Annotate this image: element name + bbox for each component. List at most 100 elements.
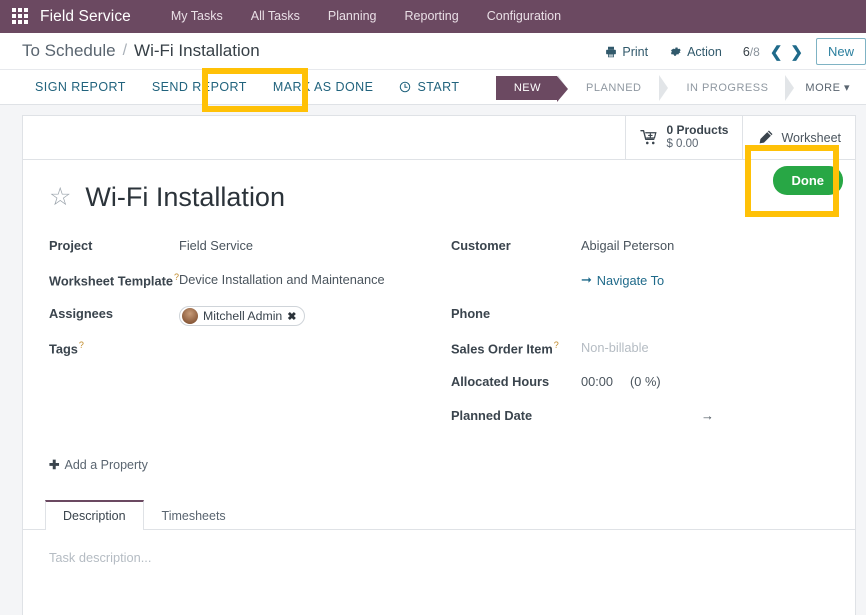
notebook-page-description: Task description...: [23, 530, 855, 585]
right-gutter: [856, 105, 866, 615]
smart-button-worksheet[interactable]: Worksheet: [742, 116, 855, 159]
control-panel-right: Print Action 6/8 ❮ ❯ New: [594, 33, 866, 70]
printer-icon: [606, 46, 617, 57]
print-label: Print: [622, 44, 649, 59]
field-customer-value[interactable]: Abigail Peterson: [581, 235, 674, 253]
tab-timesheets[interactable]: Timesheets: [144, 500, 244, 530]
field-assignees-label: Assignees: [49, 306, 114, 321]
pager-total: 8: [753, 44, 760, 59]
print-button[interactable]: Print: [594, 45, 659, 59]
action-label: Action: [687, 44, 722, 59]
products-count: 0 Products: [666, 123, 729, 138]
field-project: Project Field Service: [49, 235, 439, 263]
mark-as-done-button[interactable]: MARK AS DONE: [260, 70, 387, 104]
left-gutter: [10, 115, 22, 615]
nav-configuration[interactable]: Configuration: [473, 0, 575, 33]
tab-description[interactable]: Description: [45, 500, 144, 530]
field-phone: Phone: [451, 303, 829, 331]
apps-grid-icon[interactable]: [12, 7, 30, 26]
new-button[interactable]: New: [815, 38, 866, 65]
breadcrumb-parent[interactable]: To Schedule: [22, 41, 116, 61]
nav-reporting[interactable]: Reporting: [391, 0, 473, 33]
field-assignees: Assignees Mitchell Admin ✖: [49, 303, 439, 331]
field-tags-label: Tags?: [49, 337, 179, 356]
worksheet-label: Worksheet: [781, 130, 841, 145]
done-button[interactable]: Done: [772, 166, 843, 195]
add-property-button[interactable]: ✚ Add a Property: [49, 457, 148, 473]
allocated-hours-percent: (0 %): [630, 374, 661, 389]
planned-date-range-arrow-icon[interactable]: →: [701, 408, 714, 423]
start-label: START: [417, 80, 460, 94]
status-stage-in-progress[interactable]: IN PROGRESS: [669, 76, 785, 100]
field-phone-label: Phone: [451, 306, 491, 321]
field-project-label: Project: [49, 238, 93, 253]
close-icon[interactable]: ✖: [287, 310, 296, 323]
nav-planning[interactable]: Planning: [314, 0, 391, 33]
control-panel-top: To Schedule / Wi-Fi Installation Print A…: [0, 33, 866, 70]
task-description-input[interactable]: Task description...: [49, 550, 829, 565]
field-allocated-hours-label: Allocated Hours: [451, 374, 550, 389]
pager[interactable]: 6/8: [743, 45, 760, 59]
start-button[interactable]: START: [386, 70, 472, 104]
smart-button-products[interactable]: 0 Products $ 0.00: [625, 116, 742, 159]
breadcrumb-current: Wi-Fi Installation: [134, 41, 260, 60]
app-navbar: Field Service My Tasks All Tasks Plannin…: [0, 0, 866, 33]
sign-report-button[interactable]: SIGN REPORT: [22, 70, 139, 104]
title-row: ☆ Wi-Fi Installation: [49, 182, 829, 213]
control-panel-bottom: SIGN REPORT SEND REPORT MARK AS DONE STA…: [0, 68, 866, 112]
breadcrumb-separator: /: [122, 42, 128, 59]
assignee-chip[interactable]: Mitchell Admin ✖: [179, 306, 305, 326]
nav-my-tasks[interactable]: My Tasks: [157, 0, 237, 33]
smart-buttons-row: 0 Products $ 0.00 Worksheet: [23, 116, 855, 160]
field-project-value[interactable]: Field Service: [179, 235, 253, 253]
app-brand-title[interactable]: Field Service: [40, 8, 131, 26]
field-worksheet-template-label: Worksheet Template?: [49, 269, 179, 288]
field-planned-date-label: Planned Date: [451, 408, 533, 423]
form-grid: Project Field Service Worksheet Template…: [49, 235, 829, 439]
field-planned-date: Planned Date →: [451, 405, 829, 433]
pencil-icon: [760, 130, 773, 144]
notebook: Description Timesheets Task description.…: [23, 500, 855, 585]
done-button-wrapper: Done: [744, 145, 843, 217]
allocated-hours-value[interactable]: 00:00: [581, 374, 613, 389]
field-worksheet-template: Worksheet Template? Device Installation …: [49, 269, 439, 297]
field-sales-order-item-value[interactable]: Non-billable: [581, 337, 649, 355]
send-report-button[interactable]: SEND REPORT: [139, 70, 260, 104]
pager-prev-icon[interactable]: ❮: [766, 43, 787, 61]
products-amount: $ 0.00: [666, 137, 699, 150]
form-canvas: 0 Products $ 0.00 Worksheet ☆ Wi-Fi Inst…: [0, 105, 866, 615]
notebook-tabs: Description Timesheets: [23, 500, 855, 530]
status-more-button[interactable]: MORE ▾: [795, 81, 860, 94]
field-sales-order-item-label-text: Sales Order Item: [451, 341, 553, 357]
help-icon-tags[interactable]: ?: [79, 340, 84, 350]
status-arrow-2: [658, 74, 668, 101]
arrow-right-icon: ➞: [581, 272, 592, 287]
field-allocated-hours: Allocated Hours 00:00 (0 %): [451, 371, 829, 399]
cart-plus-icon: [640, 130, 658, 145]
add-property-label: Add a Property: [64, 457, 148, 472]
field-customer-label: Customer: [451, 238, 511, 253]
field-tags: Tags?: [49, 337, 439, 365]
action-button[interactable]: Action: [659, 45, 733, 59]
field-assignees-value[interactable]: Mitchell Admin ✖: [179, 303, 305, 327]
star-outline-icon[interactable]: ☆: [49, 185, 71, 210]
navigate-to-button[interactable]: ➞ Navigate To: [581, 272, 664, 288]
record-sheet: 0 Products $ 0.00 Worksheet ☆ Wi-Fi Inst…: [22, 115, 856, 615]
clock-icon: [400, 81, 411, 93]
nav-all-tasks[interactable]: All Tasks: [237, 0, 314, 33]
status-stage-new[interactable]: NEW: [495, 75, 569, 102]
navigate-to-label: Navigate To: [596, 272, 665, 288]
field-worksheet-template-label-text: Worksheet Template: [49, 273, 173, 289]
help-icon-sales-order-item[interactable]: ?: [554, 340, 559, 350]
plus-icon: ✚: [49, 458, 60, 472]
pager-current: 6: [742, 44, 750, 59]
field-tags-label-text: Tags: [49, 341, 78, 357]
field-sales-order-item-label: Sales Order Item?: [451, 337, 581, 356]
pager-next-icon[interactable]: ❯: [786, 43, 807, 61]
field-worksheet-template-value[interactable]: Device Installation and Maintenance: [179, 269, 385, 287]
gear-icon: [670, 47, 681, 56]
status-pipeline: NEW PLANNED IN PROGRESS MORE ▾: [495, 70, 860, 105]
status-stage-planned[interactable]: PLANNED: [568, 76, 657, 100]
sheet-body: ☆ Wi-Fi Installation Done Project Field …: [23, 145, 855, 474]
form-column-right: Customer Abigail Peterson ➞ Navigate To: [439, 235, 829, 439]
